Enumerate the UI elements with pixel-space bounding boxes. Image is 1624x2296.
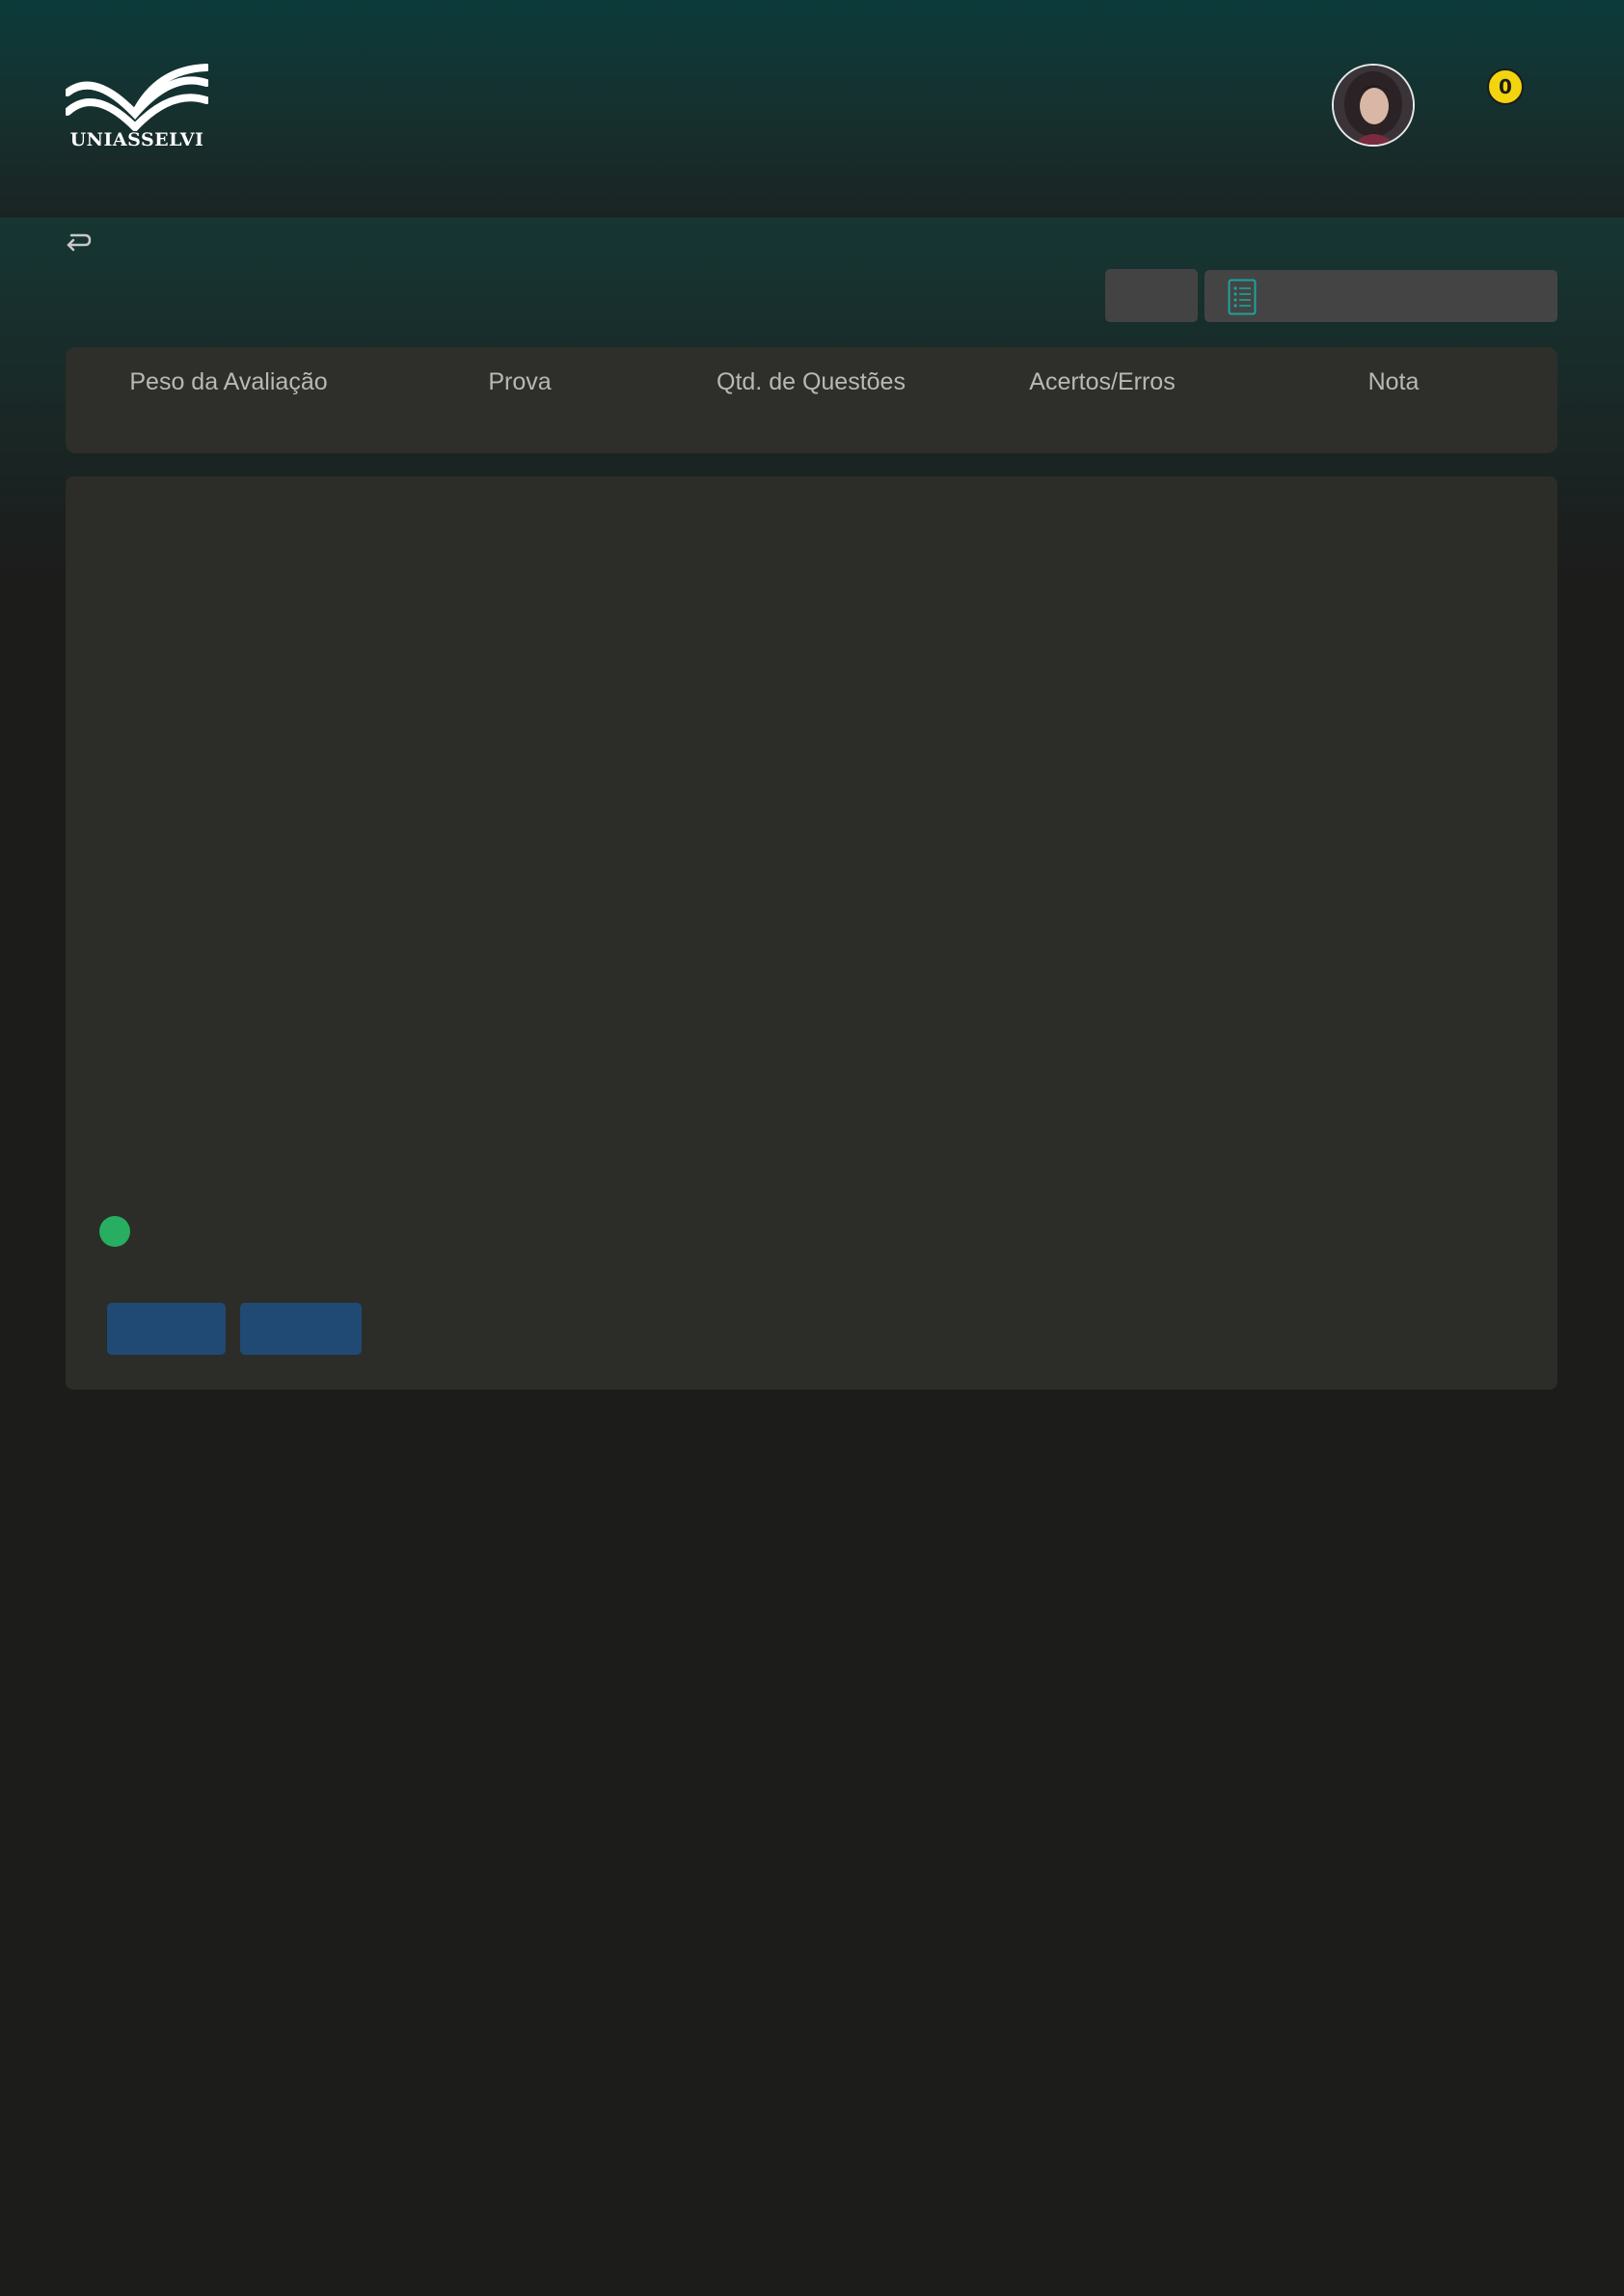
top-header: UNIASSELVI 0	[0, 0, 1624, 217]
uniasselvi-logo[interactable]: UNIASSELVI	[64, 64, 210, 152]
return-arrow-icon[interactable]	[64, 228, 93, 257]
column-header-question-count: Qtd. de Questões	[717, 368, 906, 395]
exam-content-card	[66, 476, 1557, 1390]
primary-action-button[interactable]	[107, 1303, 226, 1355]
filter-button[interactable]	[1105, 269, 1198, 322]
avatar[interactable]	[1332, 64, 1415, 147]
assessment-select[interactable]	[1204, 270, 1557, 322]
column-header-weight: Peso da Avaliação	[129, 368, 328, 395]
logo-book-icon	[64, 64, 210, 133]
secondary-action-button[interactable]	[240, 1303, 362, 1355]
column-header-exam: Prova	[488, 368, 552, 395]
column-header-grade: Nota	[1367, 368, 1420, 395]
status-indicator	[99, 1216, 130, 1247]
column-header-correct-wrong: Acertos/Erros	[1029, 368, 1176, 395]
user-photo-icon	[1334, 66, 1413, 145]
logo-text: UNIASSELVI	[69, 129, 204, 150]
summary-card: Peso da Avaliação Prova Qtd. de Questões…	[66, 347, 1557, 453]
list-icon	[1228, 279, 1257, 315]
notification-badge[interactable]: 0	[1487, 68, 1524, 105]
